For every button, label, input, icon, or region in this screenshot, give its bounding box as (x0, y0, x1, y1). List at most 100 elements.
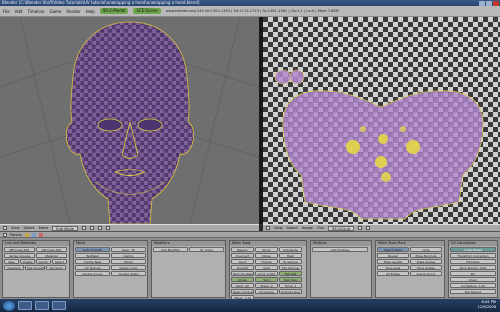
texmesh-field[interactable]: TexMesh (75, 253, 110, 258)
tool-button[interactable]: Keep Original (231, 289, 254, 294)
taskbar-app-blender[interactable] (52, 301, 66, 310)
tool-button[interactable]: Subdivide (279, 247, 302, 252)
editor-type-icon-buttons[interactable] (3, 232, 7, 237)
close-button[interactable] (493, 0, 499, 6)
menu-view-3d[interactable]: View (11, 226, 20, 230)
menu-timeline[interactable]: Timeline (27, 9, 44, 14)
tool-button[interactable]: Face Angles (410, 265, 442, 270)
auto-smooth-toggle[interactable]: Auto Smooth (75, 247, 110, 252)
menu-mesh[interactable]: Mesh (39, 226, 48, 230)
editor-type-icon[interactable] (3, 226, 7, 230)
tool-button[interactable]: Short (255, 247, 278, 252)
tool-button[interactable]: Noise (255, 253, 278, 258)
add-multires-button[interactable]: Add Multires (312, 247, 368, 252)
tool-button[interactable]: Spin Dup (279, 277, 302, 282)
tool-button[interactable]: Pack Margin: 0.00 (450, 265, 496, 270)
scene-selector[interactable]: SCE:Scene (133, 8, 161, 14)
sticky-button[interactable]: Sticky (111, 259, 146, 264)
face-select-icon[interactable] (98, 226, 102, 230)
maximize-button[interactable] (486, 0, 492, 6)
tool-button[interactable]: Unpin (450, 277, 496, 282)
tool-button[interactable]: Fractal (255, 259, 278, 264)
menu-uvs[interactable]: UVs (317, 226, 324, 230)
tool-button[interactable]: Rem Doubles (231, 271, 254, 276)
tool-button[interactable]: Clockwise (255, 289, 278, 294)
menu-file[interactable]: File (3, 9, 10, 14)
mode-selector[interactable]: Edit Mode (52, 225, 78, 231)
menu-image[interactable]: Image (302, 226, 313, 230)
tool-button[interactable]: Set Sphere (450, 289, 496, 294)
tool-button[interactable]: Select Swap (377, 247, 409, 252)
uv-image-editor[interactable] (263, 17, 500, 224)
tool-button[interactable]: Cyl Radius: 1.00 (450, 283, 496, 288)
degree-field[interactable]: Degr: 30 (111, 247, 146, 252)
tool-button[interactable]: Edge Normals (410, 253, 442, 258)
menu-view-uv[interactable]: View (274, 226, 283, 230)
tool-button[interactable]: Extrude (279, 271, 302, 276)
taskbar-app-1[interactable] (18, 301, 32, 310)
tool-button[interactable]: Fill Holes (450, 259, 496, 264)
tool-button[interactable]: Edge Angles (410, 259, 442, 264)
deselect-button[interactable]: Deselect (4, 265, 24, 270)
viewport-3d[interactable] (0, 17, 259, 224)
tool-button[interactable]: Pin (450, 271, 496, 276)
assign-button[interactable]: Assign (36, 259, 51, 264)
uv-texture-button[interactable]: UV Texture (75, 265, 110, 270)
set-smooth-button[interactable]: Set Smooth (25, 265, 45, 270)
tool-button[interactable]: Innervert (231, 253, 254, 258)
editor-type-icon-uv[interactable] (266, 226, 270, 230)
editing-context-icon[interactable] (24, 232, 29, 237)
sync-icon[interactable] (365, 226, 370, 230)
tool-button[interactable]: To Sphere (279, 259, 302, 264)
screen-selector[interactable]: SR:2-Model (99, 8, 129, 14)
tool-button[interactable]: Limit: 0.001 (255, 271, 278, 276)
centre-cursor-button[interactable]: Centre Cursor (75, 271, 110, 276)
tool-button[interactable]: Xsort (231, 259, 254, 264)
pin-icon[interactable] (357, 226, 362, 230)
mesh-name-field[interactable]: ME:Cube.001 (4, 247, 35, 252)
menu-help[interactable]: Help (86, 9, 95, 14)
menu-select-uv[interactable]: Select (287, 226, 298, 230)
vertex-color-button[interactable]: Vertex Color (111, 265, 146, 270)
new-button[interactable]: New (4, 259, 19, 264)
tool-button[interactable]: Beauty (231, 247, 254, 252)
tool-button[interactable]: Flip Normal (279, 265, 302, 270)
shading-context-icon[interactable] (31, 232, 36, 237)
object-context-icon[interactable] (38, 232, 43, 237)
menu-game[interactable]: Game (49, 9, 61, 14)
tool-button[interactable]: All Edges (377, 271, 409, 276)
tool-button[interactable]: Hash (279, 253, 302, 258)
set-solid-button[interactable]: Set Solid (46, 265, 66, 270)
double-sided-toggle[interactable]: Double Sided (111, 271, 146, 276)
tool-button[interactable]: X-axis mirror (410, 271, 442, 276)
menu-select-3d[interactable]: Select (24, 226, 35, 230)
vertex-select-icon[interactable] (82, 226, 86, 230)
tool-button[interactable]: Edge Length (377, 259, 409, 264)
delete-button[interactable]: Delete (20, 259, 35, 264)
select-button[interactable]: Select (52, 259, 67, 264)
object-name-field[interactable]: OB:Cube.001 (36, 247, 67, 252)
tool-button[interactable]: Hide (410, 247, 442, 252)
tool-button[interactable]: Steps: 9 (255, 283, 278, 288)
taskbar-app-2[interactable] (35, 301, 49, 310)
centre-button[interactable]: Centre (111, 253, 146, 258)
image-selector[interactable]: IM:UVGrid (327, 225, 354, 231)
layer-icon[interactable] (106, 226, 110, 230)
centre-new-button[interactable]: Centre New (75, 259, 110, 264)
tool-button[interactable]: Turns: 1 (279, 283, 302, 288)
tool-button[interactable]: Reveal (377, 253, 409, 258)
tool-button[interactable]: Extrude Dup (279, 289, 302, 294)
tool-button[interactable]: Angle Based (450, 247, 496, 252)
tool-button[interactable]: Transform Correction (450, 253, 496, 258)
menu-render[interactable]: Render (66, 9, 80, 14)
menu-add[interactable]: Add (15, 9, 23, 14)
tool-button[interactable]: Screw (231, 277, 254, 282)
tool-button[interactable]: Face Area (377, 265, 409, 270)
tool-button[interactable]: Spin (255, 277, 278, 282)
minimize-button[interactable] (479, 0, 485, 6)
tool-button[interactable]: Split (255, 265, 278, 270)
tool-button[interactable]: Degr: 90 (231, 283, 254, 288)
menu-panels[interactable]: Panels (10, 233, 22, 237)
start-button[interactable] (3, 300, 15, 311)
edge-select-icon[interactable] (90, 226, 94, 230)
